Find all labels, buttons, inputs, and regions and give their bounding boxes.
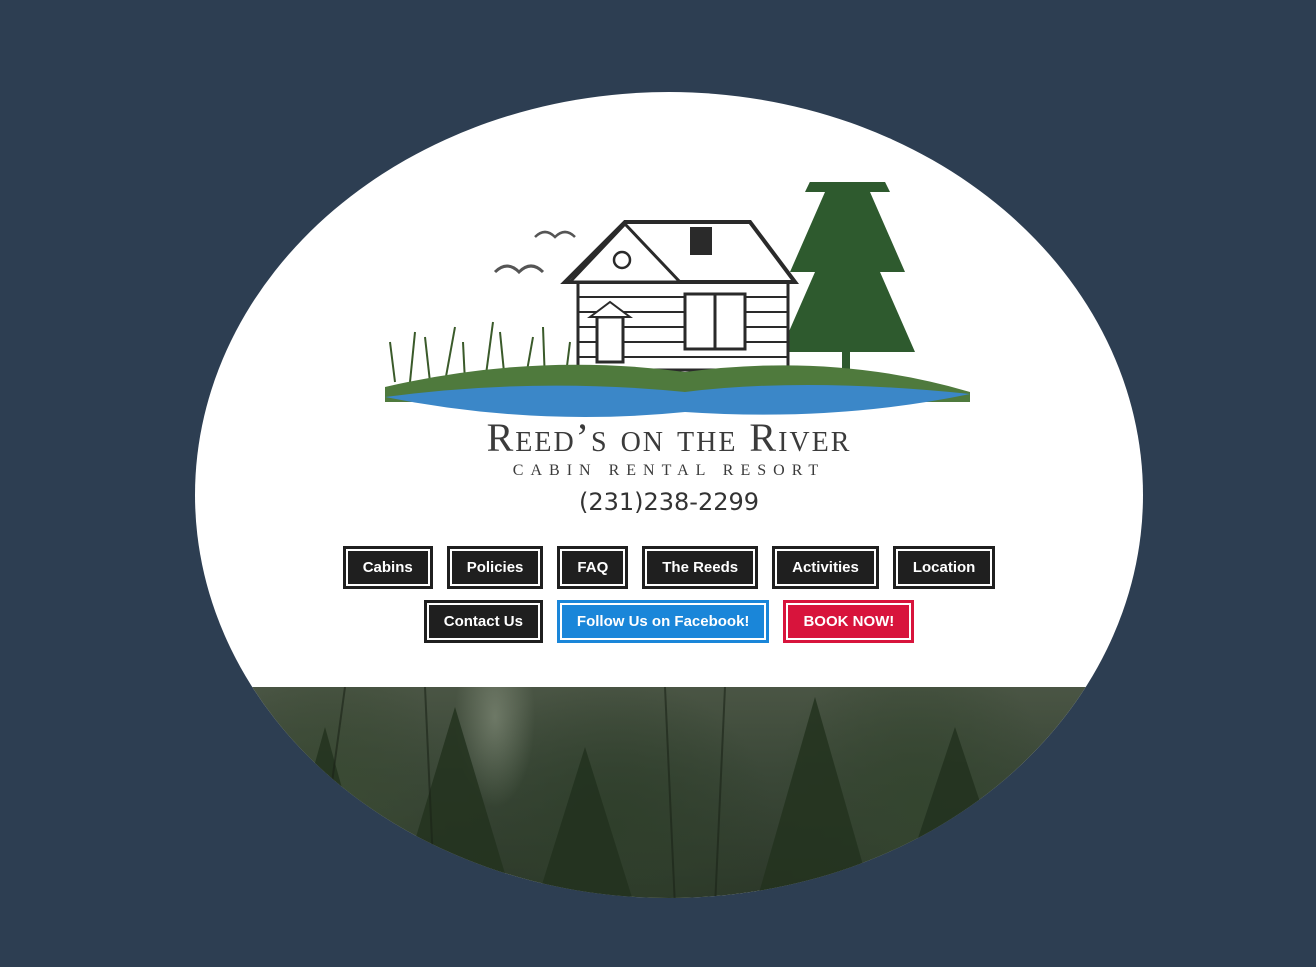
hero-oval: Reed’s on the River CABIN RENTAL RESORT …: [195, 92, 1143, 898]
nav-row-primary: Cabins Policies FAQ The Reeds Activities…: [195, 546, 1143, 589]
cabin-river-logo-icon: [385, 182, 970, 417]
nav-faq-button[interactable]: FAQ: [557, 546, 629, 589]
brand-subtitle: CABIN RENTAL RESORT: [512, 462, 826, 479]
phone-number[interactable]: (231)238-2299: [195, 488, 1143, 516]
forest-trees-image: [277, 687, 1112, 898]
nav-cabins-button[interactable]: Cabins: [342, 546, 433, 589]
book-now-button[interactable]: BOOK NOW!: [783, 600, 915, 643]
nav-contact-us-button[interactable]: Contact Us: [423, 600, 543, 643]
nav-location-button[interactable]: Location: [892, 546, 996, 589]
forest-photo: [195, 687, 1143, 898]
nav-row-secondary: Contact Us Follow Us on Facebook! BOOK N…: [195, 600, 1143, 643]
nav-the-reeds-button[interactable]: The Reeds: [642, 546, 759, 589]
nav-policies-button[interactable]: Policies: [446, 546, 544, 589]
brand-title: Reed’s on the River: [486, 415, 852, 460]
nav-activities-button[interactable]: Activities: [772, 546, 879, 589]
facebook-button[interactable]: Follow Us on Facebook!: [556, 600, 770, 643]
